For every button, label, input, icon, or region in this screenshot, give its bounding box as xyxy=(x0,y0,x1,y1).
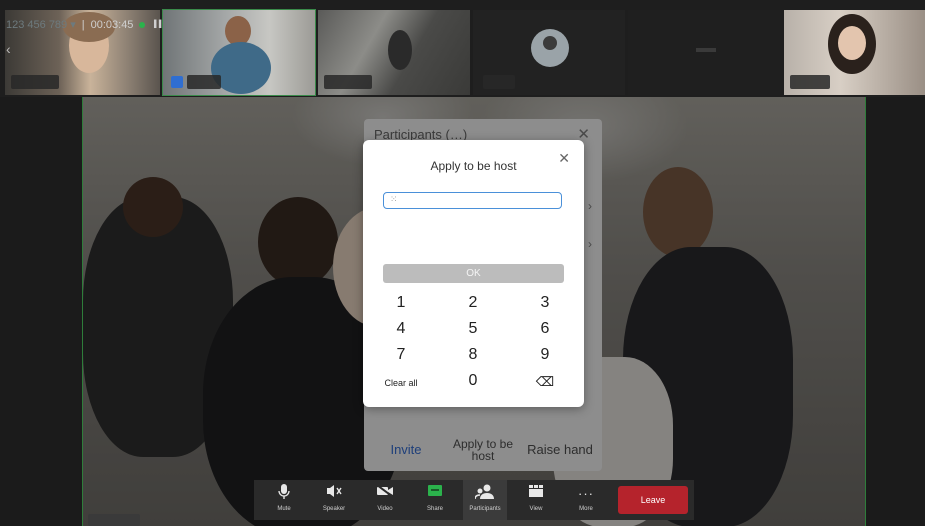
keypad-key-2[interactable]: 2 xyxy=(443,294,503,312)
meeting-duration: 00:03:45 xyxy=(90,18,134,31)
participants-icon xyxy=(463,484,507,504)
keypad-key-1[interactable]: 1 xyxy=(371,294,431,312)
tool-label: Video xyxy=(377,506,393,512)
video-thumbnail[interactable] xyxy=(473,10,625,95)
backspace-icon[interactable]: ⌫ xyxy=(515,374,575,390)
share-screen-icon xyxy=(413,484,457,504)
keypad-glyph-icon: ⁙ xyxy=(390,195,398,205)
apply-host-dialog: Apply to be host ✕ ⁙ OK 1 2 3 4 5 6 7 8 … xyxy=(363,140,584,407)
keypad-key-0[interactable]: 0 xyxy=(443,372,503,390)
name-label xyxy=(483,75,515,89)
participants-button[interactable]: Participants xyxy=(463,480,507,520)
meeting-toolbar: Mute Speaker Video Share Participants Vi… xyxy=(254,480,694,520)
keypad-key-4[interactable]: 4 xyxy=(371,320,431,338)
meeting-info-bar: 123 456 789 ▾ | 00:03:45 ▐▐ xyxy=(6,18,162,32)
ok-button[interactable]: OK xyxy=(383,264,564,283)
invite-button[interactable]: Invite xyxy=(364,443,448,456)
name-label xyxy=(790,75,830,89)
clear-all-button[interactable]: Clear all xyxy=(371,378,431,388)
view-grid-icon xyxy=(514,484,558,504)
tool-label: Share xyxy=(426,506,443,512)
apply-host-button[interactable]: Apply to be host xyxy=(448,438,518,462)
microphone-icon xyxy=(262,484,306,504)
dialog-title: Apply to be host xyxy=(430,159,517,173)
leave-button[interactable]: Leave xyxy=(618,486,688,514)
view-button[interactable]: View xyxy=(514,480,558,520)
more-icon: ··· xyxy=(578,486,594,501)
separator: | xyxy=(81,18,85,31)
keypad-key-8[interactable]: 8 xyxy=(443,346,503,364)
name-label xyxy=(88,514,140,526)
tool-label: View xyxy=(529,506,543,512)
tool-label: Mute xyxy=(277,506,291,512)
speaker-muted-icon xyxy=(312,484,356,504)
keypad-key-7[interactable]: 7 xyxy=(371,346,431,364)
network-status-icon xyxy=(139,21,146,28)
keypad-key-6[interactable]: 6 xyxy=(515,320,575,338)
name-label xyxy=(11,75,59,89)
meeting-id[interactable]: 123 456 789 ▾ xyxy=(6,18,76,31)
more-button[interactable]: ··· More xyxy=(564,480,608,520)
user-badge-icon xyxy=(171,76,183,88)
chevron-right-icon[interactable]: › xyxy=(588,199,592,213)
close-icon[interactable]: ✕ xyxy=(558,150,570,167)
tool-label: Speaker xyxy=(322,506,346,512)
speaker-button[interactable]: Speaker xyxy=(312,480,356,520)
panel-footer: Invite Apply to be host Raise hand xyxy=(364,429,602,471)
signal-icon: ▐▐ xyxy=(151,21,162,28)
keypad-key-5[interactable]: 5 xyxy=(443,320,503,338)
host-key-input[interactable]: ⁙ xyxy=(383,192,562,209)
mute-button[interactable]: Mute xyxy=(262,480,306,520)
video-thumbnail-strip: 123 456 789 ▾ | 00:03:45 ▐▐ ‹ xyxy=(0,0,925,97)
name-label xyxy=(324,75,372,89)
keypad-key-9[interactable]: 9 xyxy=(515,346,575,364)
tool-label: More xyxy=(579,506,593,512)
video-button[interactable]: Video xyxy=(363,480,407,520)
chevron-right-icon[interactable]: › xyxy=(588,237,592,251)
chevron-left-icon[interactable]: ‹ xyxy=(6,41,11,57)
video-thumbnail[interactable] xyxy=(318,10,470,95)
video-thumbnail[interactable] xyxy=(784,10,925,95)
share-button[interactable]: Share xyxy=(413,480,457,520)
video-thumbnail[interactable] xyxy=(628,10,780,95)
raise-hand-button[interactable]: Raise hand xyxy=(518,443,602,456)
tool-label: Participants xyxy=(469,506,501,512)
video-off-icon xyxy=(363,484,407,504)
meeting-window: 123 456 789 ▾ | 00:03:45 ▐▐ ‹ Participan… xyxy=(0,0,925,526)
name-label xyxy=(187,75,221,89)
video-thumbnail-active[interactable] xyxy=(162,9,316,96)
keypad-key-3[interactable]: 3 xyxy=(515,294,575,312)
